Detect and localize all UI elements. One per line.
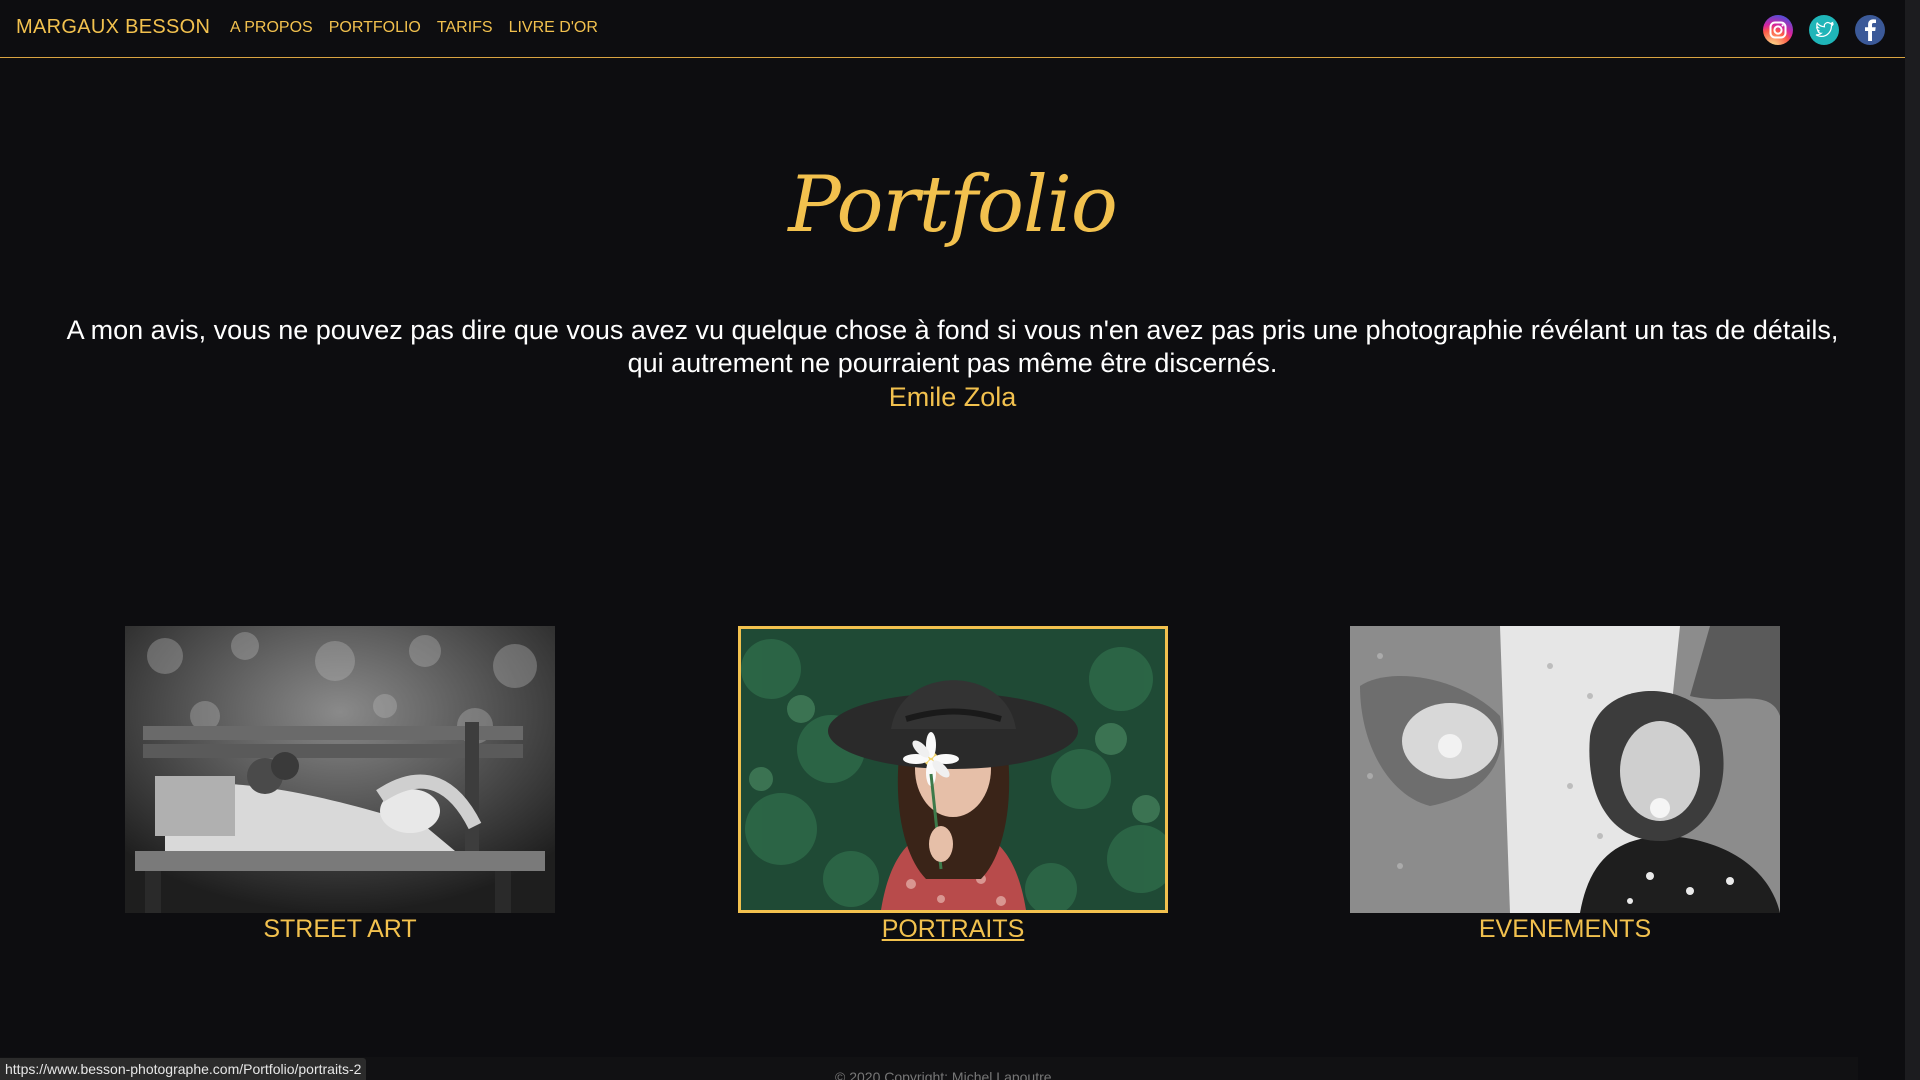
quote-text: A mon avis, vous ne pouvez pas dire que … [66,315,1839,378]
nav-links: A PROPOS PORTFOLIO TARIFS LIVRE D'OR [230,19,598,37]
footer-copyright: © 2020 Copyright: Michel Lapoutre [835,1069,1052,1080]
nav-link-portfolio[interactable]: PORTFOLIO [329,19,421,37]
gallery-label-street-art[interactable]: STREET ART [125,915,555,944]
status-bar-url: https://www.besson-photographe.com/Portf… [0,1058,367,1080]
gallery-label-portraits[interactable]: PORTRAITS [738,915,1168,944]
nav-link-livre-dor[interactable]: LIVRE D'OR [509,19,598,37]
scrollbar[interactable] [1905,0,1920,1080]
brand-link[interactable]: MARGAUX BESSON [16,16,210,39]
quote-author: Emile Zola [888,382,1017,412]
social-links [1763,15,1885,45]
nav-link-tarifs[interactable]: TARIFS [437,19,493,37]
nav-link-a-propos[interactable]: A PROPOS [230,19,313,37]
instagram-icon[interactable] [1763,15,1793,45]
portraits-image[interactable] [738,626,1168,913]
gallery-card-portraits: PORTRAITS [738,626,1168,944]
gallery-card-street-art: STREET ART [125,626,555,944]
twitter-icon[interactable] [1809,15,1839,45]
page-title: Portfolio [788,160,1118,250]
facebook-icon[interactable] [1855,15,1885,45]
gallery-label-evenements[interactable]: EVENEMENTS [1350,915,1780,944]
page: MARGAUX BESSON A PROPOS PORTFOLIO TARIFS… [0,0,1920,1080]
street-art-image[interactable] [125,626,555,913]
gallery-card-evenements: EVENEMENTS [1350,626,1780,944]
evenements-image[interactable] [1350,626,1780,913]
navbar: MARGAUX BESSON A PROPOS PORTFOLIO TARIFS… [0,0,1905,58]
